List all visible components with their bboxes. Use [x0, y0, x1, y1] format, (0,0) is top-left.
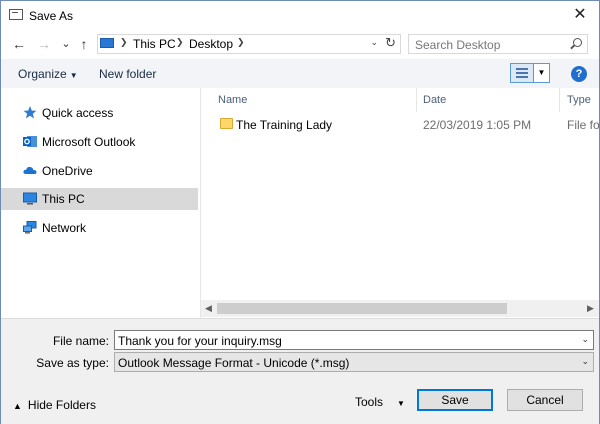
- file-name: The Training Lady: [236, 118, 333, 132]
- chevron-down-icon[interactable]: ⌄: [581, 334, 589, 345]
- up-arrow-icon[interactable]: ↑: [76, 35, 92, 53]
- command-bar: Organize ▼ New folder ▼ ?: [1, 59, 599, 88]
- file-type: File fold: [567, 118, 599, 132]
- computer-icon: [100, 38, 114, 48]
- file-name-field[interactable]: Thank you for your inquiry.msg ⌄: [114, 330, 594, 350]
- save-as-dialog: Save As ✕ ← → ⌄ ↑ ❯ This PC ❯ Desktop ❯ …: [0, 0, 600, 424]
- search-input[interactable]: Search Desktop: [408, 34, 588, 54]
- breadcrumb-desktop[interactable]: Desktop: [189, 37, 233, 51]
- hide-folders-button[interactable]: ▲ Hide Folders: [13, 398, 96, 412]
- horizontal-scrollbar[interactable]: ◀ ▶: [201, 300, 599, 317]
- window-title: Save As: [29, 9, 74, 23]
- cancel-button[interactable]: Cancel: [507, 389, 583, 411]
- sidebar-item-microsoft-outlook[interactable]: Microsoft Outlook: [1, 131, 198, 153]
- back-arrow-icon[interactable]: ←: [11, 35, 27, 53]
- chevron-down-icon: ⌄: [581, 356, 589, 366]
- sidebar-item-network[interactable]: Network: [1, 217, 198, 239]
- navigation-pane: Quick access Microsoft Outlook OneDrive …: [1, 88, 201, 318]
- save-as-type-select[interactable]: Outlook Message Format - Unicode (*.msg)…: [114, 352, 594, 372]
- column-header-date[interactable]: Date: [423, 94, 446, 106]
- sidebar-item-label: This PC: [42, 192, 85, 206]
- scroll-left-arrow-icon[interactable]: ◀: [205, 303, 212, 314]
- save-as-type-label: Save as type:: [36, 356, 109, 370]
- window-icon: [9, 9, 23, 20]
- scroll-right-arrow-icon[interactable]: ▶: [587, 303, 594, 314]
- column-divider[interactable]: [559, 88, 560, 112]
- chevron-right-icon: ❯: [176, 37, 184, 47]
- organize-button[interactable]: Organize ▼: [18, 67, 78, 81]
- sidebar-item-label: Quick access: [42, 106, 114, 120]
- column-divider[interactable]: [416, 88, 417, 112]
- search-icon: [573, 38, 582, 47]
- computer-icon: [23, 192, 37, 205]
- hide-folders-label: Hide Folders: [27, 398, 96, 412]
- chevron-up-icon: ▲: [13, 401, 22, 411]
- sidebar-item-quick-access[interactable]: Quick access: [1, 102, 198, 124]
- sidebar-item-onedrive[interactable]: OneDrive: [1, 160, 198, 182]
- recent-locations-chevron-icon[interactable]: ⌄: [58, 35, 74, 53]
- folder-icon: [220, 118, 233, 129]
- file-name-value: Thank you for your inquiry.msg: [118, 334, 282, 348]
- tools-button[interactable]: Tools ▼: [355, 395, 405, 409]
- tools-label: Tools: [355, 395, 384, 409]
- file-row[interactable]: The Training Lady 22/03/2019 1:05 PM Fil…: [201, 114, 599, 136]
- chevron-right-icon: ❯: [120, 37, 128, 47]
- close-button[interactable]: ✕: [567, 3, 593, 27]
- cloud-icon: [23, 166, 37, 174]
- sidebar-item-this-pc[interactable]: This PC: [1, 188, 198, 210]
- address-bar[interactable]: ❯ This PC ❯ Desktop ❯ ⌄ ↻: [97, 34, 401, 54]
- save-as-type-value: Outlook Message Format - Unicode (*.msg): [118, 356, 350, 370]
- new-folder-button[interactable]: New folder: [99, 67, 156, 81]
- caret-down-icon: ▼: [397, 399, 405, 408]
- caret-down-icon: ▼: [69, 71, 78, 80]
- forward-arrow-icon[interactable]: →: [36, 35, 52, 53]
- network-icon: [23, 221, 37, 234]
- column-header-name[interactable]: Name: [218, 94, 247, 106]
- refresh-icon[interactable]: ↻: [385, 35, 396, 51]
- organize-label: Organize: [18, 67, 67, 81]
- details-view-icon: [516, 68, 528, 78]
- star-icon: [23, 106, 37, 119]
- navigation-bar: ← → ⌄ ↑ ❯ This PC ❯ Desktop ❯ ⌄ ↻ Search…: [1, 31, 599, 59]
- breadcrumb-this-pc[interactable]: This PC: [133, 37, 176, 51]
- file-name-label: File name:: [52, 334, 109, 348]
- file-date: 22/03/2019 1:05 PM: [423, 118, 532, 132]
- sidebar-item-label: OneDrive: [42, 164, 93, 178]
- file-list: Name Date Type The Training Lady 22/03/2…: [201, 88, 599, 318]
- search-placeholder: Search Desktop: [415, 38, 501, 52]
- chevron-right-icon: ❯: [237, 37, 245, 47]
- save-button[interactable]: Save: [417, 389, 493, 411]
- column-header-type[interactable]: Type: [567, 94, 591, 106]
- save-options-panel: File name: Thank you for your inquiry.ms…: [1, 318, 599, 424]
- scrollbar-thumb[interactable]: [217, 303, 507, 314]
- chevron-down-icon[interactable]: ⌄: [370, 37, 378, 48]
- title-bar: Save As ✕: [1, 1, 599, 31]
- help-icon[interactable]: ?: [571, 66, 587, 82]
- view-details-button[interactable]: [510, 63, 534, 83]
- sidebar-item-label: Microsoft Outlook: [42, 135, 136, 149]
- sidebar-item-label: Network: [42, 221, 87, 235]
- outlook-icon: [23, 136, 37, 147]
- view-options-dropdown[interactable]: ▼: [534, 63, 550, 83]
